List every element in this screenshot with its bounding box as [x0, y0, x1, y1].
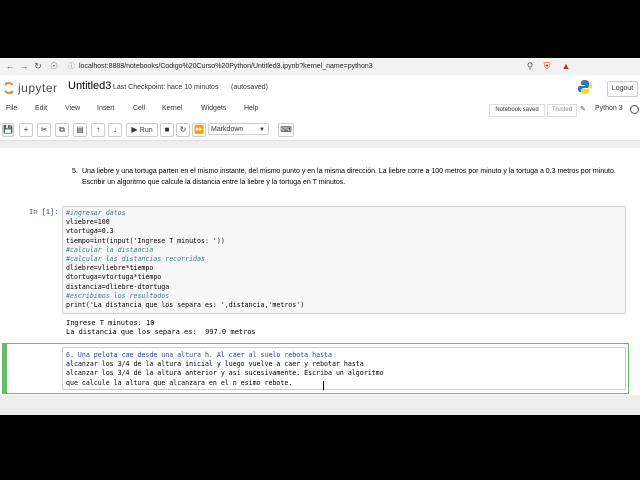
bookmark-icon[interactable]: ☉	[48, 60, 60, 72]
run-label: Run	[139, 127, 153, 134]
menu-view[interactable]: View	[65, 105, 80, 112]
chevron-down-icon: ▼	[259, 127, 265, 133]
code-line: dtortuga=vtortuga*tiempo	[66, 273, 162, 282]
letterbox-bottom	[0, 415, 640, 480]
back-icon[interactable]: ←	[4, 60, 16, 72]
fast-forward-icon[interactable]: ⏩	[192, 123, 206, 137]
kernel-name[interactable]: Python 3	[595, 105, 623, 112]
list-number: 5.	[72, 168, 78, 175]
code-line: #ingresar datos	[66, 209, 126, 217]
move-up-icon[interactable]: ↑	[91, 123, 105, 137]
paste-icon[interactable]: ▤	[73, 123, 87, 137]
output-line: La distancia que los separa es: 997.0 me…	[66, 328, 256, 336]
info-icon: ⓘ	[68, 63, 75, 70]
jupyter-logo-text: jupyter	[18, 81, 58, 95]
edit-mode-indicator	[2, 343, 7, 394]
insert-cell-icon[interactable]: +	[19, 123, 33, 137]
notebook-title[interactable]: Untitled3	[68, 80, 111, 92]
address-bar[interactable]: ⓘ localhost:8888/notebooks/Codigo%20Curso…	[68, 61, 538, 72]
text-cursor	[323, 381, 324, 390]
copy-icon[interactable]: ⧉	[55, 123, 69, 137]
python-logo-icon	[578, 80, 592, 94]
code-line: tiempo=int(input('Ingrese T minutos: '))	[66, 236, 225, 245]
extension-warning-icon[interactable]: ▲	[560, 60, 572, 72]
editor-line: alcanzar los 3/4 de la altura inicial y …	[66, 360, 364, 369]
stop-icon[interactable]: ■	[160, 123, 174, 137]
checkpoint-status: Last Checkpoint: hace 10 minutos	[113, 84, 219, 91]
cut-icon[interactable]: ✂	[37, 123, 51, 137]
extension-shield-icon[interactable]: ⛨	[541, 60, 553, 72]
menu-edit[interactable]: Edit	[35, 105, 47, 112]
code-line: vliebre=100	[66, 218, 110, 227]
jupyter-orbit-icon	[4, 82, 14, 94]
menu-kernel[interactable]: Kernel	[162, 105, 182, 112]
play-icon: ▶	[131, 125, 138, 134]
reload-icon[interactable]: ↻	[32, 60, 44, 72]
save-icon[interactable]: 💾	[2, 123, 14, 137]
menu-widgets[interactable]: Widgets	[201, 105, 226, 112]
browser-toolbar: ← → ↻ ☉ ⓘ localhost:8888/notebooks/Codigo…	[0, 58, 640, 76]
markdown-text: Una liebre y una tortuga parten en el mi…	[82, 168, 616, 186]
code-line: #calcular las distancias recorridas	[66, 255, 205, 263]
letterbox-top	[0, 0, 640, 58]
editor-line: alcanzar los 3/4 de la altura anterior y…	[66, 369, 384, 378]
code-line: #calcular la distancia	[66, 245, 154, 254]
code-line: vtortuga=0.3	[66, 227, 114, 236]
run-button[interactable]: ▶ Run	[126, 123, 158, 137]
kernel-idle-icon	[630, 105, 639, 114]
menu-help[interactable]: Help	[244, 105, 258, 112]
cell-type-value: Markdown	[211, 126, 244, 133]
jupyter-header: jupyter Untitled3 Last Checkpoint: hace …	[0, 75, 640, 101]
jupyter-logo[interactable]: jupyter	[4, 79, 60, 97]
trusted-indicator[interactable]: Trusted	[547, 104, 577, 117]
editor-line: 6. Una pelota cae desde una altura h. Al…	[66, 351, 332, 359]
code-line: print('La distancia que los separa es: '…	[66, 301, 305, 309]
menu-cell[interactable]: Cell	[133, 105, 145, 112]
cell-type-select[interactable]: Markdown ▼	[208, 123, 269, 135]
url-text: localhost:8888/notebooks/Codigo%20Curso%…	[79, 63, 373, 70]
notebook-toolbar: 💾 + ✂ ⧉ ▤ ↑ ↓ ▶ Run ■ ↻ ⏩ ⌨	[0, 119, 640, 141]
zoom-icon[interactable]: ⚲	[524, 60, 536, 72]
menu-insert[interactable]: Insert	[97, 105, 115, 112]
input-prompt: In [1]:	[29, 209, 59, 217]
menu-file[interactable]: File	[6, 105, 17, 112]
keyboard-icon[interactable]: ⌨	[278, 123, 294, 137]
edit-mode-pencil-icon: ✎	[580, 106, 586, 113]
autosave-status: (autosaved)	[231, 84, 268, 91]
move-down-icon[interactable]: ↓	[108, 123, 122, 137]
forward-icon[interactable]: →	[18, 60, 30, 72]
code-line: distancia=dliebre-dtortuga	[66, 282, 170, 291]
restart-icon[interactable]: ↻	[176, 123, 190, 137]
code-line: #escribimos los resultados	[66, 291, 170, 300]
screen: ← → ↻ ☉ ⓘ localhost:8888/notebooks/Codigo…	[0, 0, 640, 480]
notebook-saved-indicator: Notebook saved	[489, 104, 545, 117]
logout-button[interactable]: Logout	[607, 81, 638, 97]
editor-line: que calcule la altura que alcanzara en e…	[66, 378, 293, 387]
code-line: dliebre=vliebre*tiempo	[66, 264, 154, 273]
